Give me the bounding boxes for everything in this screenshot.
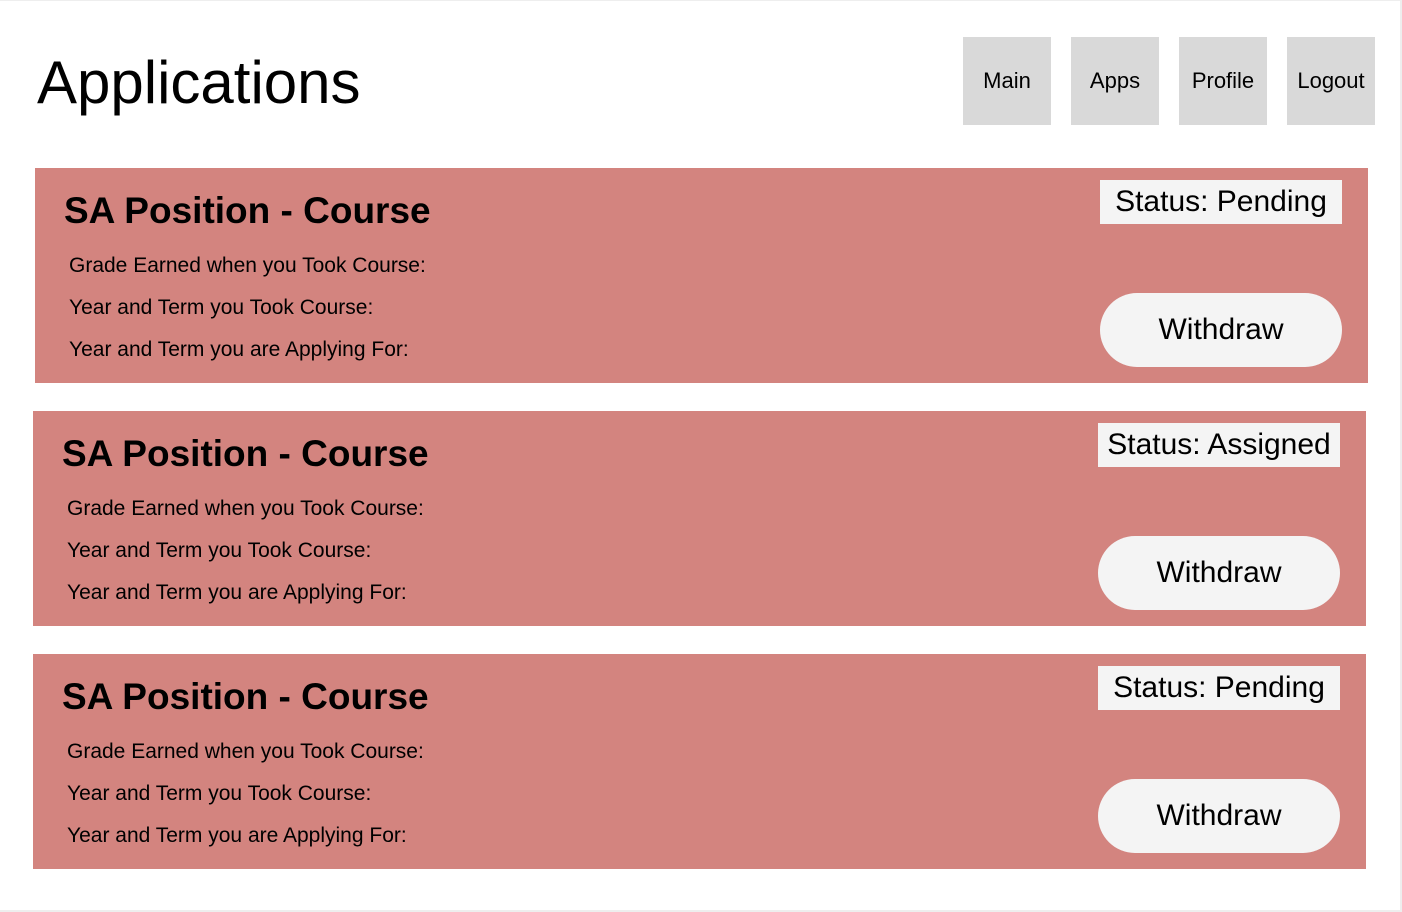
status-badge: Status: Pending bbox=[1100, 180, 1342, 224]
grade-earned-label: Grade Earned when you Took Course: bbox=[69, 254, 426, 277]
year-term-applying-label: Year and Term you are Applying For: bbox=[67, 581, 407, 604]
withdraw-button[interactable]: Withdraw bbox=[1100, 293, 1342, 367]
status-badge: Status: Assigned bbox=[1098, 423, 1340, 467]
applications-page: Applications Main Apps Profile Logout SA… bbox=[0, 0, 1402, 912]
withdraw-button[interactable]: Withdraw bbox=[1098, 536, 1340, 610]
year-term-took-label: Year and Term you Took Course: bbox=[69, 296, 374, 319]
grade-earned-label: Grade Earned when you Took Course: bbox=[67, 740, 424, 763]
nav-main-button[interactable]: Main bbox=[963, 37, 1051, 125]
year-term-took-label: Year and Term you Took Course: bbox=[67, 539, 372, 562]
grade-earned-label: Grade Earned when you Took Course: bbox=[67, 497, 424, 520]
year-term-took-label: Year and Term you Took Course: bbox=[67, 782, 372, 805]
year-term-applying-label: Year and Term you are Applying For: bbox=[67, 824, 407, 847]
application-card: SA Position - Course Status: Pending Gra… bbox=[33, 654, 1366, 869]
nav-logout-button[interactable]: Logout bbox=[1287, 37, 1375, 125]
application-card: SA Position - Course Status: Assigned Gr… bbox=[33, 411, 1366, 626]
card-title: SA Position - Course bbox=[62, 433, 429, 474]
card-title: SA Position - Course bbox=[62, 676, 429, 717]
nav-profile-button[interactable]: Profile bbox=[1179, 37, 1267, 125]
withdraw-button[interactable]: Withdraw bbox=[1098, 779, 1340, 853]
status-badge: Status: Pending bbox=[1098, 666, 1340, 710]
year-term-applying-label: Year and Term you are Applying For: bbox=[69, 338, 409, 361]
card-title: SA Position - Course bbox=[64, 190, 431, 231]
nav-apps-button[interactable]: Apps bbox=[1071, 37, 1159, 125]
application-card: SA Position - Course Status: Pending Gra… bbox=[35, 168, 1368, 383]
page-title: Applications bbox=[37, 49, 361, 116]
